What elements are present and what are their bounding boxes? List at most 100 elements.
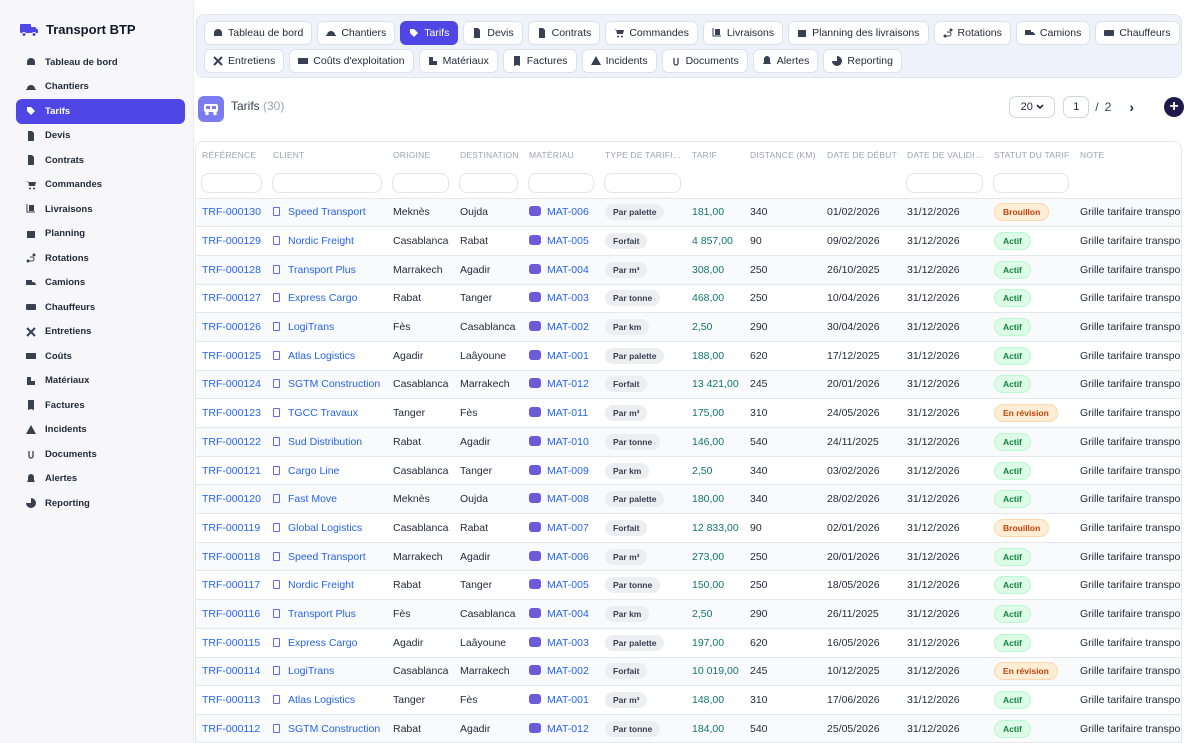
- tab-rotations[interactable]: Rotations: [933, 21, 1011, 45]
- table-row[interactable]: TRF-000126 LogiTrans Fès Casablanca MAT-002 P…: [196, 312, 1181, 342]
- tab-incidents[interactable]: Incidents: [581, 49, 657, 73]
- reference-link[interactable]: TRF-000121: [202, 465, 261, 477]
- client-link[interactable]: LogiTrans: [288, 321, 334, 333]
- filter-client-input[interactable]: [272, 172, 382, 193]
- client-link[interactable]: TGCC Travaux: [288, 407, 358, 419]
- tab-factures[interactable]: Factures: [502, 49, 577, 73]
- table-row[interactable]: TRF-000123 TGCC Travaux Tanger Fès MAT-011 Pa…: [196, 398, 1181, 428]
- table-row[interactable]: TRF-000122 Sud Distribution Rabat Agadir MAT…: [196, 427, 1181, 457]
- tab-reporting[interactable]: Reporting: [823, 49, 902, 73]
- table-row[interactable]: TRF-000127 Express Cargo Rabat Tanger MAT-00…: [196, 283, 1181, 313]
- reference-link[interactable]: TRF-000125: [202, 350, 261, 362]
- sidebar-item-chantiers[interactable]: Chantiers: [16, 75, 185, 100]
- column-header-note[interactable]: Note: [1074, 142, 1181, 168]
- materiau-link[interactable]: MAT-001: [547, 350, 589, 362]
- page-number-input[interactable]: 1: [1063, 96, 1090, 118]
- sidebar-item-contrats[interactable]: Contrats: [16, 148, 185, 173]
- reference-link[interactable]: TRF-000124: [202, 378, 261, 390]
- filter-reference-input[interactable]: [201, 172, 262, 193]
- client-link[interactable]: Express Cargo: [288, 637, 357, 649]
- sidebar-item-livraisons[interactable]: Livraisons: [16, 197, 185, 222]
- reference-link[interactable]: TRF-000117: [202, 579, 260, 591]
- tab-tarifs[interactable]: Tarifs: [400, 21, 459, 45]
- materiau-link[interactable]: MAT-007: [547, 522, 589, 534]
- sidebar-item-materiaux[interactable]: Matériaux: [16, 369, 185, 394]
- materiau-link[interactable]: MAT-005: [547, 235, 589, 247]
- column-header-destination[interactable]: Destination: [454, 142, 523, 168]
- sidebar-item-rotations[interactable]: Rotations: [16, 246, 185, 271]
- client-link[interactable]: SGTM Construction: [288, 723, 380, 735]
- materiau-link[interactable]: MAT-003: [547, 292, 589, 304]
- reference-link[interactable]: TRF-000118: [202, 551, 260, 563]
- sidebar-item-couts[interactable]: Coûts: [16, 344, 185, 369]
- client-link[interactable]: Transport Plus: [288, 264, 356, 276]
- client-link[interactable]: Fast Move: [288, 493, 337, 505]
- add-tarif-button[interactable]: +: [1164, 97, 1184, 117]
- column-header-reference[interactable]: Référence: [196, 142, 267, 168]
- column-header-date-de-validi[interactable]: Date de validi…: [901, 142, 988, 168]
- table-row[interactable]: TRF-000128 Transport Plus Marrakech Agadir M…: [196, 254, 1181, 285]
- table-row[interactable]: TRF-000119 Global Logistics Casablanca Raba…: [196, 513, 1181, 543]
- reference-link[interactable]: TRF-000115: [202, 637, 260, 649]
- table-row[interactable]: TRF-000114 LogiTrans Casablanca Marrakech MA…: [196, 656, 1181, 686]
- tab-materiaux[interactable]: Matériaux: [418, 49, 498, 73]
- client-link[interactable]: Nordic Freight: [288, 235, 354, 247]
- filter-destination-input[interactable]: [459, 172, 518, 193]
- reference-link[interactable]: TRF-000128: [202, 264, 261, 276]
- tab-commandes[interactable]: Commandes: [605, 21, 698, 45]
- tab-chauffeurs[interactable]: Chauffeurs: [1095, 21, 1180, 45]
- reference-link[interactable]: TRF-000120: [202, 493, 261, 505]
- table-row[interactable]: TRF-000120 Fast Move Meknès Oujda MAT-008 Par…: [196, 484, 1181, 514]
- materiau-link[interactable]: MAT-001: [547, 694, 589, 706]
- page-size-select[interactable]: 20: [1009, 96, 1056, 118]
- table-row[interactable]: TRF-000118 Speed Transport Marrakech Agadir…: [196, 541, 1181, 571]
- table-row[interactable]: TRF-000124 SGTM Construction Casablanca Mar…: [196, 369, 1181, 399]
- sidebar-item-documents[interactable]: Documents: [16, 442, 185, 467]
- materiau-link[interactable]: MAT-009: [547, 465, 589, 477]
- sidebar-item-tableau-de-bord[interactable]: Tableau de bord: [16, 50, 185, 75]
- tab-tableau-de-bord[interactable]: Tableau de bord: [204, 21, 313, 45]
- sidebar-item-camions[interactable]: Camions: [16, 271, 185, 296]
- table-row[interactable]: TRF-000121 Cargo Line Casablanca Tanger MAT-…: [196, 455, 1181, 485]
- table-row[interactable]: TRF-000112 SGTM Construction Rabat Agadir MA…: [196, 713, 1181, 742]
- table-row[interactable]: TRF-000129 Nordic Freight Casablanca Rabat M…: [196, 226, 1181, 256]
- client-link[interactable]: Speed Transport: [288, 551, 366, 563]
- tab-couts-d-exploitation[interactable]: Coûts d'exploitation: [289, 49, 414, 73]
- column-header-client[interactable]: Client: [267, 142, 387, 168]
- sidebar-item-chauffeurs[interactable]: Chauffeurs: [16, 295, 185, 320]
- column-header-materiau[interactable]: Matériau: [523, 142, 599, 168]
- sidebar-item-entretiens[interactable]: Entretiens: [16, 320, 185, 345]
- column-header-statut-du-tarif[interactable]: Statut du tarif: [988, 142, 1074, 168]
- filter-statut-input[interactable]: [993, 172, 1069, 193]
- sidebar-item-alertes[interactable]: Alertes: [16, 467, 185, 492]
- next-page-button[interactable]: ›: [1129, 99, 1134, 115]
- reference-link[interactable]: TRF-000116: [202, 608, 260, 620]
- reference-link[interactable]: TRF-000122: [202, 436, 261, 448]
- client-link[interactable]: Cargo Line: [288, 465, 339, 477]
- table-row[interactable]: TRF-000113 Atlas Logistics Tanger Fès MAT-00…: [196, 685, 1181, 715]
- table-row[interactable]: TRF-000115 Express Cargo Agadir Laâyoune MAT…: [196, 627, 1181, 657]
- client-link[interactable]: Global Logistics: [288, 522, 362, 534]
- client-link[interactable]: Sud Distribution: [288, 436, 362, 448]
- tab-contrats[interactable]: Contrats: [527, 21, 601, 45]
- reference-link[interactable]: TRF-000114: [202, 665, 260, 677]
- materiau-link[interactable]: MAT-006: [547, 551, 589, 563]
- materiau-link[interactable]: MAT-004: [547, 608, 589, 620]
- app-brand[interactable]: Transport BTP: [20, 22, 136, 37]
- table-row[interactable]: TRF-000117 Nordic Freight Rabat Tanger MAT-0…: [196, 570, 1181, 600]
- column-header-distance-km[interactable]: Distance (km): [744, 142, 821, 168]
- client-link[interactable]: Nordic Freight: [288, 579, 354, 591]
- tab-chantiers[interactable]: Chantiers: [317, 21, 396, 45]
- tab-planning-des-livraisons[interactable]: Planning des livraisons: [788, 21, 929, 45]
- client-link[interactable]: Transport Plus: [288, 608, 356, 620]
- reference-link[interactable]: TRF-000127: [202, 292, 261, 304]
- reference-link[interactable]: TRF-000126: [202, 321, 261, 333]
- materiau-link[interactable]: MAT-012: [547, 378, 589, 390]
- filter-type-input[interactable]: [604, 172, 681, 193]
- sidebar-item-devis[interactable]: Devis: [16, 124, 185, 149]
- client-link[interactable]: SGTM Construction: [288, 378, 380, 390]
- table-row[interactable]: TRF-000125 Atlas Logistics Agadir Laâyoune M…: [196, 340, 1181, 371]
- client-link[interactable]: Atlas Logistics: [288, 350, 355, 362]
- sidebar-item-reporting[interactable]: Reporting: [16, 491, 185, 516]
- materiau-link[interactable]: MAT-006: [547, 206, 589, 218]
